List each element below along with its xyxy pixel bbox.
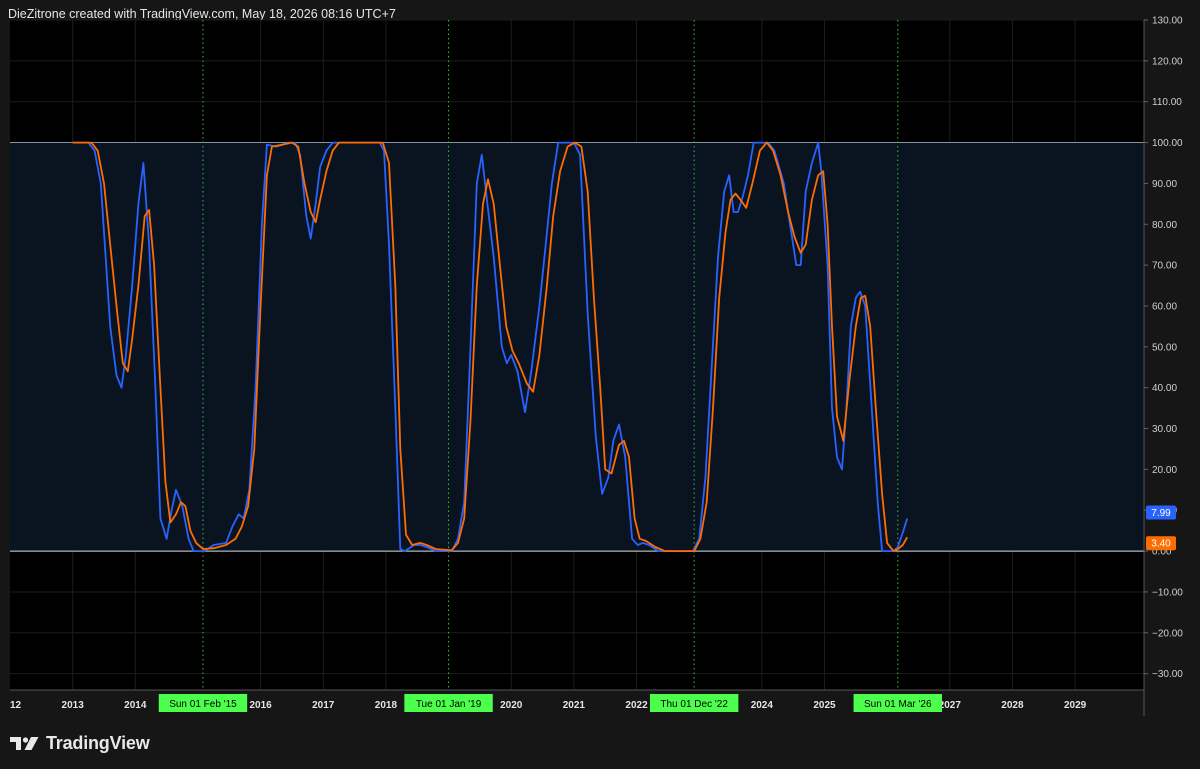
time-marker-label: Sun 01 Feb '15 [169,699,237,710]
last-value-label: 3.40 [1151,539,1171,550]
time-marker-label: Sun 01 Mar '26 [864,699,932,710]
last-value-label: 7.99 [1151,508,1171,519]
y-tick-label: 40.00 [1152,383,1177,394]
x-tick-label: 2025 [813,700,836,711]
y-tick-label: 110.00 [1152,97,1182,108]
y-tick-label: −30.00 [1152,669,1183,680]
y-tick-label: −20.00 [1152,628,1183,639]
y-tick-label: 20.00 [1152,465,1177,476]
x-tick-label: 12 [10,700,22,711]
x-tick-label: 2022 [625,700,648,711]
y-tick-label: 50.00 [1152,342,1177,353]
x-tick-label: 2018 [375,700,398,711]
y-tick-label: 120.00 [1152,56,1183,67]
y-tick-label: −10.00 [1152,587,1183,598]
y-tick-label: 30.00 [1152,424,1177,435]
x-tick-label: 2029 [1064,700,1087,711]
y-tick-label: 130.00 [1152,16,1183,27]
footer-brand[interactable]: TradingView [10,732,150,754]
x-tick-label: 2017 [312,700,335,711]
x-tick-label: 2016 [249,700,272,711]
chart[interactable]: 130.00 120.00 110.00 100.00 90.00 80.00 70.00 6… [0,0,1200,769]
y-tick-label: 80.00 [1152,220,1177,231]
tradingview-logo-icon [10,737,39,750]
x-tick-label: 2020 [500,700,523,711]
x-tick-label: 2013 [62,700,85,711]
x-tick-label: 2024 [751,700,774,711]
brand-name: TradingView [46,732,150,753]
band-fill [10,142,1144,552]
x-tick-label: 2027 [939,700,962,711]
y-tick-label: 70.00 [1152,261,1177,272]
x-tick-label: 2021 [563,700,586,711]
y-axis[interactable]: 130.00 120.00 110.00 100.00 90.00 80.00 70.00 6… [1144,16,1183,681]
y-tick-label: 90.00 [1152,179,1177,190]
time-marker-label: Thu 01 Dec '22 [660,699,728,710]
y-tick-label: 60.00 [1152,301,1177,312]
time-marker-label: Tue 01 Jan '19 [416,699,482,710]
x-tick-label: 2028 [1001,700,1024,711]
y-tick-label: 100.00 [1152,138,1183,149]
last-value-labels: 7.99 3.40 [1146,505,1176,551]
x-tick-label: 2014 [124,700,147,711]
